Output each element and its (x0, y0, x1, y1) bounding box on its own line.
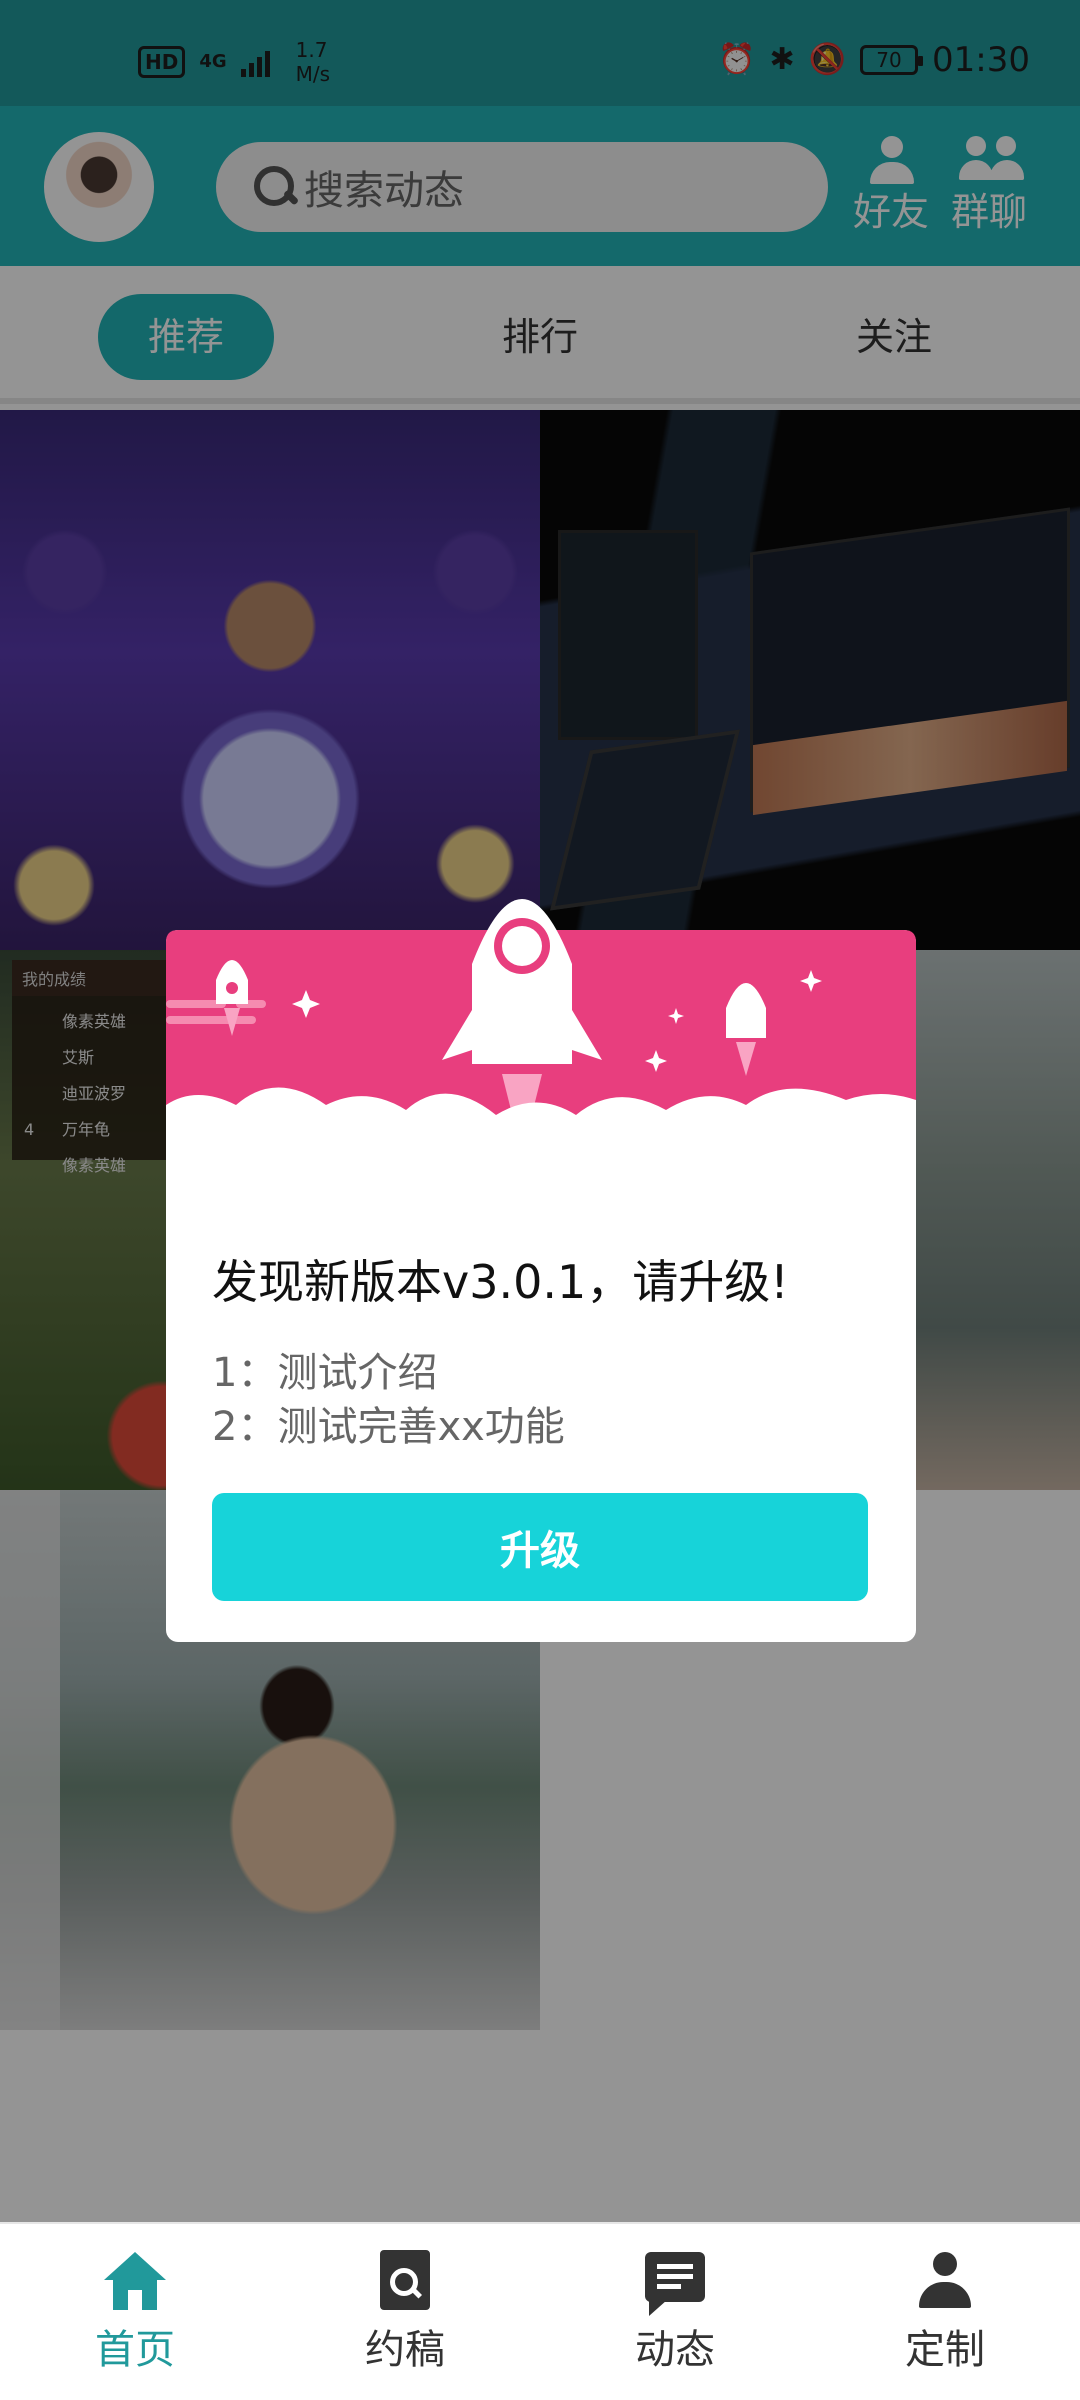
nav-moments[interactable]: 动态 (600, 2244, 750, 2378)
nav-home-label: 首页 (95, 2327, 175, 2373)
upgrade-button[interactable]: 升级 (212, 1493, 868, 1601)
nav-custom[interactable]: 定制 (870, 2244, 1020, 2378)
nav-custom-label: 定制 (905, 2327, 985, 2373)
dialog-title: 发现新版本v3.0.1，请升级! (212, 1255, 789, 1309)
home-icon (60, 2244, 210, 2316)
dialog-banner (166, 899, 916, 1200)
bottom-nav: 首页 约稿 动态 定制 (0, 2222, 1080, 2400)
update-note: 1：测试介绍 (212, 1350, 438, 1396)
chat-icon (600, 2244, 750, 2316)
nav-commission[interactable]: 约稿 (330, 2244, 480, 2378)
update-note: 2：测试完善xx功能 (212, 1404, 565, 1450)
nav-commission-label: 约稿 (365, 2327, 445, 2373)
person-icon (870, 2244, 1020, 2316)
nav-moments-label: 动态 (635, 2327, 715, 2373)
nav-home[interactable]: 首页 (60, 2244, 210, 2378)
document-search-icon (330, 2244, 480, 2316)
